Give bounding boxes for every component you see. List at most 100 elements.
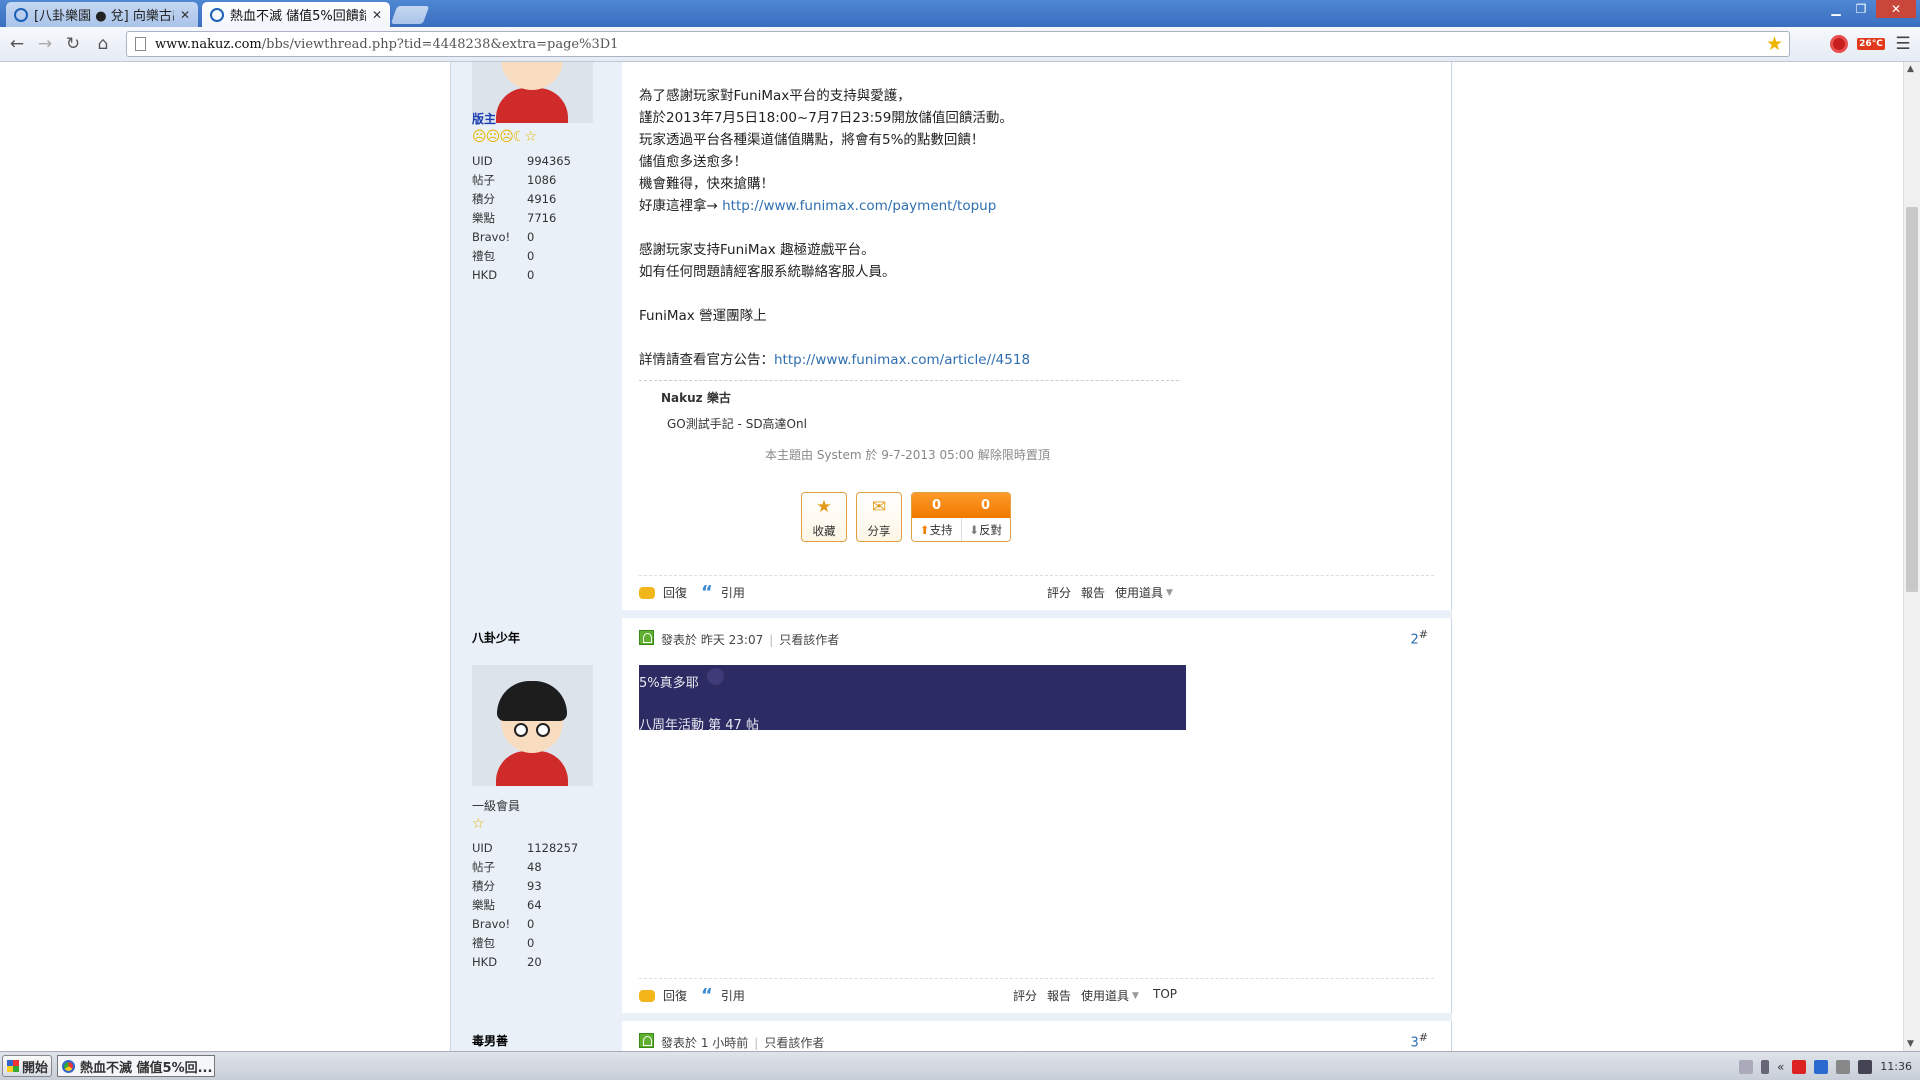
start-button[interactable]: 開始 [2,1055,52,1077]
scroll-up-icon[interactable]: ▲ [1907,64,1914,74]
rate-button[interactable]: 評分 [1047,584,1071,601]
site-favicon-icon [210,7,224,22]
tab-title: 熱血不滅 儲值5%回饋錯過 [230,9,366,24]
only-author-link[interactable]: 只看該作者 [764,1036,824,1050]
quote-button[interactable]: “引用 [701,986,745,1004]
post-line: 如有任何問題請經客服系統聯絡客服人員。 [639,264,896,280]
close-icon[interactable]: ✕ [372,8,382,22]
chevron-down-icon: ▼ [1166,587,1173,598]
chevron-left-icon[interactable]: « [1777,1060,1784,1074]
restore-icon[interactable]: ❐ [1850,0,1872,18]
post-time: 發表於 昨天 23:07 [661,633,764,647]
rate-button[interactable]: 評分 [1013,987,1037,1004]
quote-icon: “ [701,581,713,603]
window-close-icon[interactable]: ✕ [1876,0,1916,18]
extension-stop-icon[interactable] [1828,33,1850,55]
url-text: www.nakuz.com/bbs/viewthread.php?tid=444… [155,37,619,52]
tab-strip: [八卦樂園 ● 兌] 向樂古出 ✕ 熱血不滅 儲值5%回饋錯過 ✕ ▁ ❐ ✕ [0,0,1920,27]
post-line: 八周年活動 第 47 帖 [639,718,759,733]
post-line: 儲值愈多送愈多！ [639,154,747,170]
reply-bubble-icon [639,989,655,1002]
rank-star-icon: ☆ [472,816,485,832]
keyboard-icon[interactable] [1738,1059,1753,1074]
address-bar[interactable]: www.nakuz.com/bbs/viewthread.php?tid=444… [126,31,1790,57]
post-content: 5%真多耶 八周年活動 第 47 帖 [639,665,1186,733]
post-line: 玩家透過平台各種渠道儲值購點，將會有5%的點數回饋！ [639,132,985,148]
reload-icon[interactable]: ↻ [62,33,84,55]
tab-active[interactable]: 熱血不滅 儲值5%回饋錯過 ✕ [202,2,390,27]
clock[interactable]: 11:36 [1880,1060,1912,1073]
network-icon[interactable] [1814,1059,1829,1074]
post-separator [622,610,1452,618]
author-name[interactable]: 毒男善 [472,1032,508,1049]
top-link[interactable]: TOP [1153,987,1177,1001]
post-line: FuniMax 營運團隊上 [639,308,767,324]
author-name[interactable]: 八卦少年 [472,629,520,646]
forward-icon[interactable]: → [34,33,56,55]
post-content: 為了感謝玩家對FuniMax平台的支持與愛護， 謹於2013年7月5日18:00… [639,85,1434,371]
star-icon: ★ [816,497,832,517]
user-rank: 版主 [472,112,497,126]
only-author-link[interactable]: 只看該作者 [779,633,839,647]
signature-title: Nakuz 樂古 [661,391,731,405]
post-header: 發表於 昨天 23:07 | 只看該作者 2# [639,628,1434,648]
menu-icon[interactable]: ☰ [1892,33,1914,55]
vertical-scrollbar[interactable]: ▲ ▼ [1903,62,1920,1051]
usb-icon[interactable] [1760,1059,1769,1074]
page-icon [135,37,146,51]
scroll-down-icon[interactable]: ▼ [1907,1039,1914,1049]
taskbar-window-item[interactable]: 熱血不滅 儲值5%回... [57,1055,215,1077]
report-button[interactable]: 報告 [1047,987,1071,1004]
support-count: 0 [931,498,942,513]
post-line: 謹於2013年7月5日18:00~7月7日23:59開放儲值回饋活動。 [639,110,1013,126]
oppose-count: 0 [980,498,991,513]
post-action-buttons: ★ 收藏 ✉ 分享 0 0 ⬆支持 ⬇反對 [801,492,1031,544]
floor-number[interactable]: 2# [1411,628,1429,647]
chevron-down-icon: ▼ [1132,990,1139,1001]
post-time: 發表於 1 小時前 [661,1036,749,1050]
signature-link[interactable]: GO測試手記 - SD高達Onl [667,415,807,432]
reply-button[interactable]: 回復 [639,584,687,601]
announcement-link[interactable]: http://www.funimax.com/article//4518 [774,352,1030,368]
user-stats: UID 1128257 帖子 48 積分 93 樂點 64 Bravo! 0 禮包 0 HK… [472,840,579,969]
os-taskbar: 開始 熱血不滅 儲值5%回... « 11:36 [0,1051,1920,1080]
post-line: 5%真多耶 [639,676,699,691]
post-action-bar: 回復 “引用 評分 報告 使用道具 ▼ [639,575,1434,605]
display-icon[interactable] [1858,1059,1873,1074]
scrollbar-thumb[interactable] [1906,207,1918,592]
chrome-icon [62,1059,75,1073]
share-button[interactable]: ✉ 分享 [856,492,902,542]
volume-icon[interactable] [1836,1059,1851,1074]
floor-number[interactable]: 3# [1411,1031,1429,1050]
support-button[interactable]: ⬆支持 [912,518,961,541]
post-header: 發表於 1 小時前 | 只看該作者 3# [639,1031,1434,1051]
minimize-icon[interactable]: ▁ [1825,0,1847,18]
report-button[interactable]: 報告 [1081,584,1105,601]
back-icon[interactable]: ← [6,33,28,55]
reply-bubble-icon [639,586,655,599]
user-profile-icon [639,630,654,645]
rank-stars-icon: ☹☹☹☾☆ [472,129,537,145]
favorite-button[interactable]: ★ 收藏 [801,492,847,542]
home-icon[interactable]: ⌂ [92,33,114,55]
use-tools-dropdown[interactable]: 使用道具 ▼ [1081,987,1139,1004]
topup-link[interactable]: http://www.funimax.com/payment/topup [722,198,996,214]
post-line: 機會難得，快來搶購！ [639,176,774,192]
quote-button[interactable]: “引用 [701,581,745,603]
moderation-notice: 本主題由 System 於 9-7-2013 05:00 解除限時置頂 [765,448,1050,462]
user-profile-icon [639,1033,654,1048]
post-line: 詳情請查看官方公告：http://www.funimax.com/article… [639,352,1031,368]
oppose-button[interactable]: ⬇反對 [960,518,1011,541]
antivirus-icon[interactable] [1792,1059,1807,1074]
post-action-bar: 回復 “引用 評分 報告 使用道具 ▼ TOP [639,978,1434,1008]
reply-button[interactable]: 回復 [639,987,687,1004]
close-icon[interactable]: ✕ [180,8,190,22]
use-tools-dropdown[interactable]: 使用道具 ▼ [1115,584,1173,601]
signature-divider [639,380,1179,381]
new-tab-button[interactable] [390,6,430,24]
bookmark-star-icon[interactable]: ★ [1766,33,1783,55]
tab-inactive[interactable]: [八卦樂園 ● 兌] 向樂古出 ✕ [6,2,198,27]
browser-toolbar: ← → ↻ ⌂ www.nakuz.com/bbs/viewthread.php… [0,27,1920,62]
avatar[interactable] [472,665,593,786]
weather-extension-icon[interactable]: 26°C [1856,33,1886,55]
